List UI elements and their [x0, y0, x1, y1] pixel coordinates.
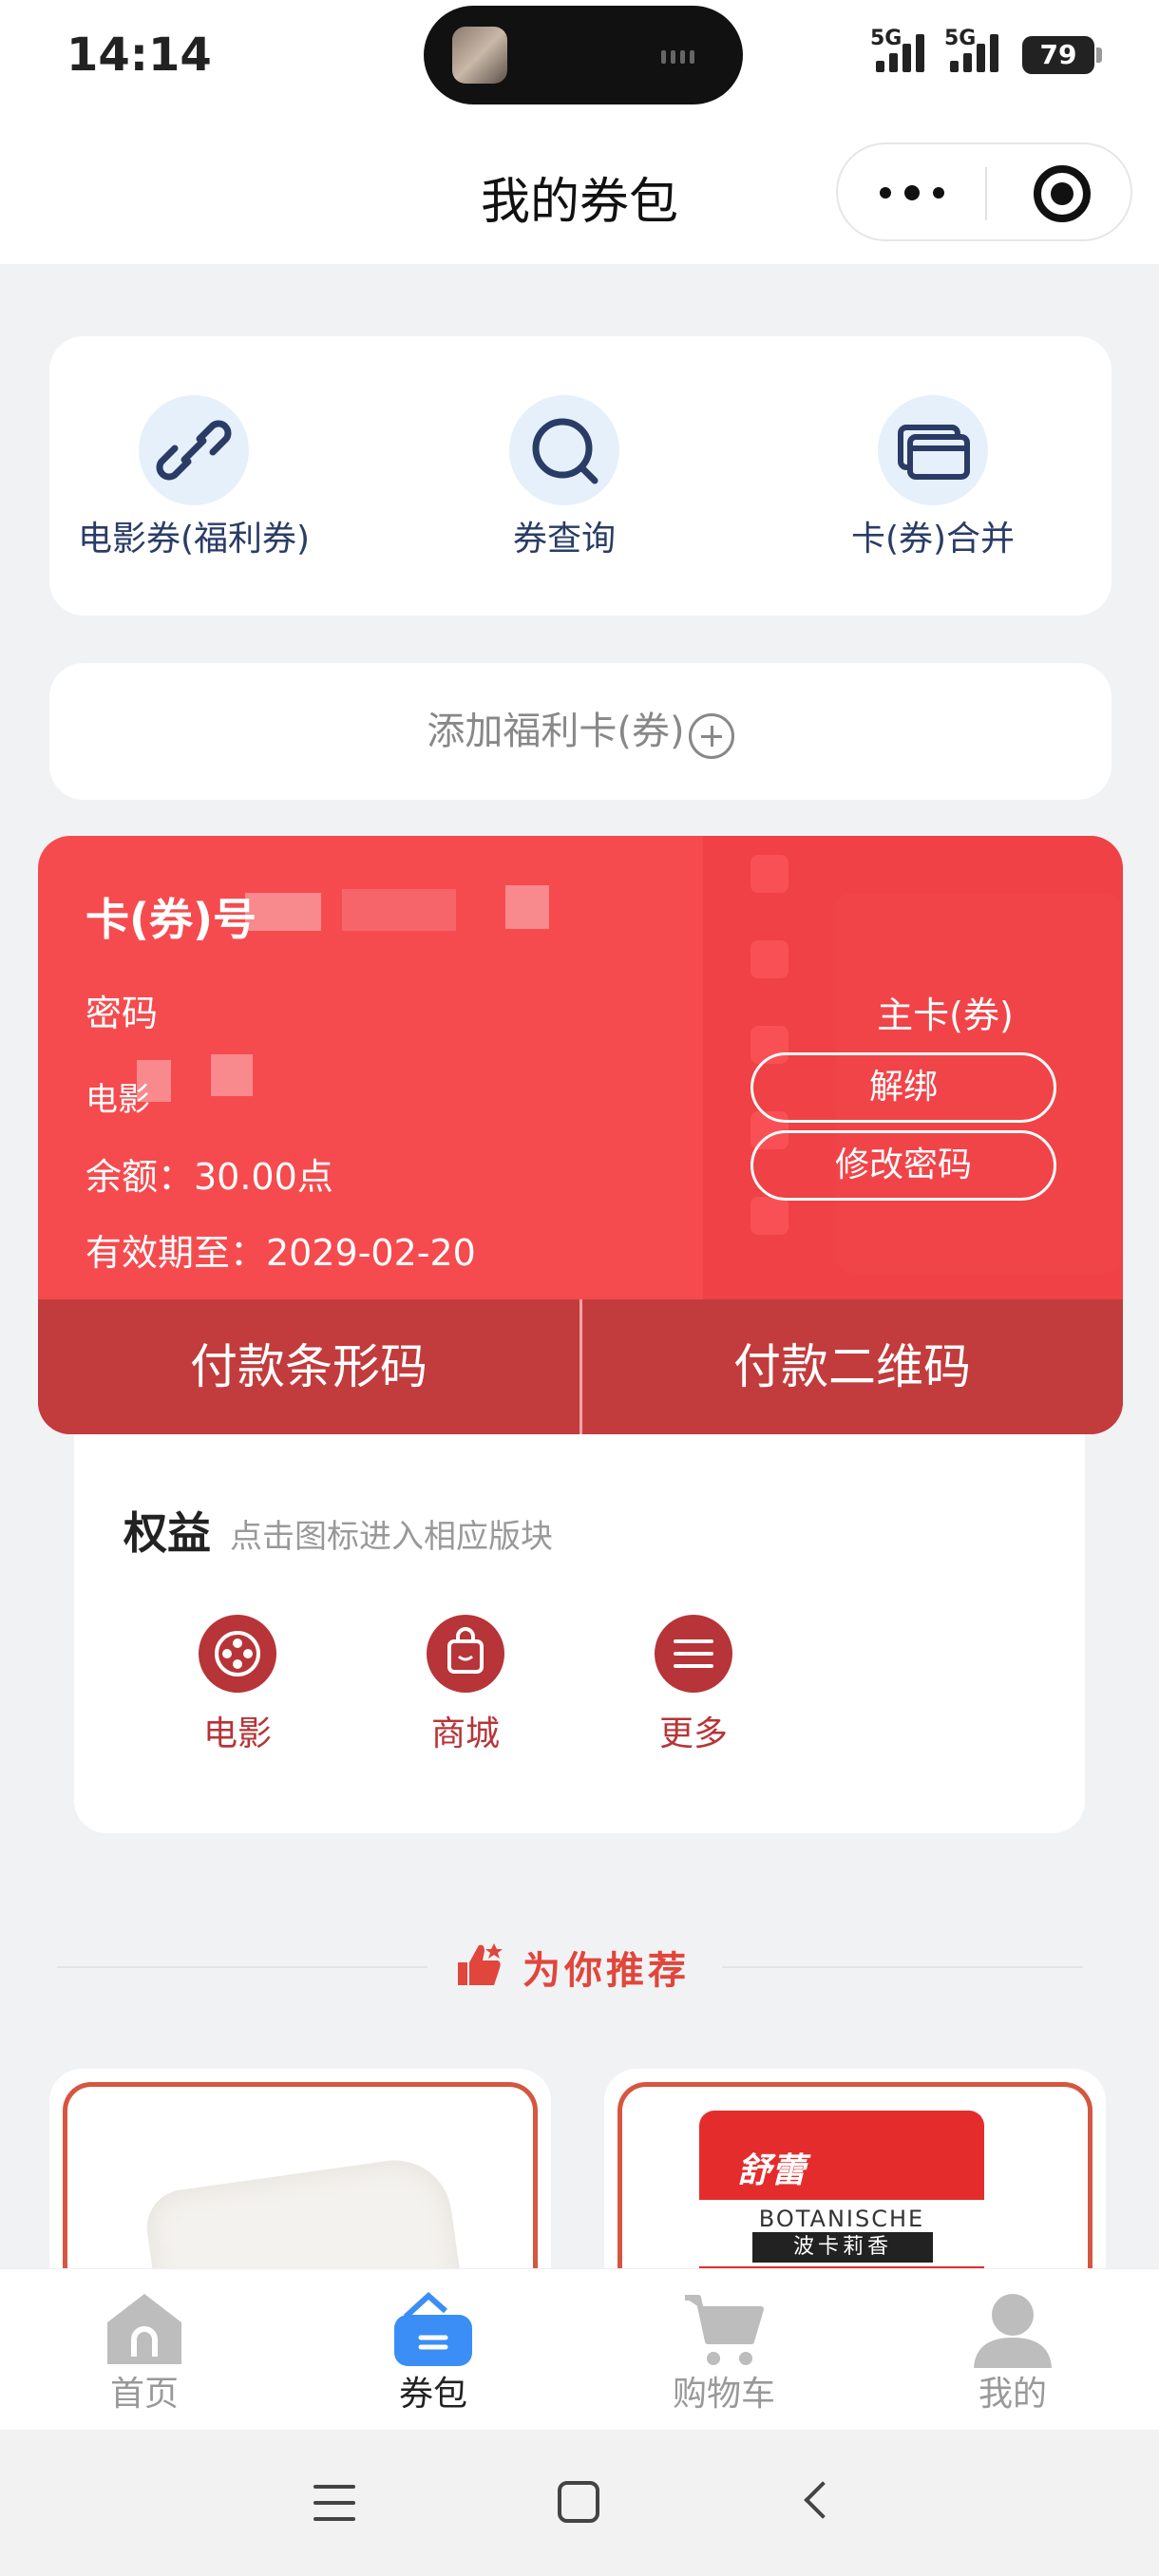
capsule-divider	[985, 167, 987, 220]
recommend-header: 为你推荐	[57, 1938, 1083, 1995]
masked-card-number-3	[505, 885, 549, 929]
tab-bar: 首页 券包 购物车 我的	[0, 2268, 1159, 2430]
pay-barcode-button[interactable]: 付款条形码	[38, 1299, 580, 1434]
status-bar: 14:14 5G 5G 79	[0, 0, 1159, 114]
quick-actions-card: 电影券(福利券) 券查询 卡(券)合并	[49, 336, 1112, 616]
masked-card-type-2	[211, 1054, 253, 1096]
cards-icon	[878, 395, 988, 505]
nav-bar: 我的券包	[0, 114, 1159, 264]
rights-mall-button[interactable]: 商城	[399, 1615, 532, 1755]
shopping-bag-icon	[427, 1615, 504, 1693]
signal-icon-2: 5G	[944, 27, 1011, 72]
search-icon	[509, 395, 619, 505]
divider-left	[57, 1966, 428, 1968]
link-icon	[139, 395, 249, 505]
card-expiry: 有效期至：2029-02-20	[86, 1232, 476, 1274]
voucher-query-button[interactable]: 券查询	[441, 395, 688, 560]
masked-card-number-2	[342, 889, 456, 931]
recent-apps-icon[interactable]	[314, 2485, 355, 2521]
rights-card: 权益 点击图标进入相应版块 电影 商城 更多	[74, 1434, 1085, 1833]
add-card-label: 添加福利卡(券)	[427, 710, 685, 753]
battery-icon: 79	[1022, 36, 1102, 74]
card-merge-button[interactable]: 卡(券)合并	[809, 395, 1056, 560]
plus-circle-icon	[688, 712, 734, 759]
rights-movie-button[interactable]: 电影	[171, 1615, 304, 1755]
menu-icon	[655, 1615, 732, 1693]
thumbs-up-icon	[458, 1943, 503, 1985]
rights-subtitle: 点击图标进入相应版块	[230, 1518, 553, 1556]
rights-title: 权益	[124, 1507, 211, 1559]
masked-card-number	[245, 893, 321, 931]
tab-home[interactable]: 首页	[49, 2288, 239, 2415]
divider-right	[722, 1966, 1083, 1968]
status-time: 14:14	[66, 28, 212, 82]
pay-qrcode-button[interactable]: 付款二维码	[581, 1299, 1123, 1434]
film-reel-icon	[199, 1615, 276, 1693]
rights-more-button[interactable]: 更多	[627, 1615, 760, 1755]
welfare-card: 卡(券)号 密码 电影 余额：30.00点 有效期至：2029-02-20 主卡…	[38, 836, 1123, 1434]
more-options-icon[interactable]	[880, 180, 956, 205]
movie-voucher-button[interactable]: 电影券(福利券)	[70, 395, 317, 560]
card-balance: 余额：30.00点	[86, 1156, 333, 1198]
payment-bar: 付款条形码 付款二维码	[38, 1299, 1123, 1434]
change-password-button[interactable]: 修改密码	[750, 1130, 1056, 1201]
home-icon	[102, 2288, 187, 2370]
close-miniprogram-icon[interactable]	[1034, 165, 1091, 222]
add-card-button[interactable]: 添加福利卡(券)	[49, 663, 1112, 800]
home-button-icon[interactable]	[558, 2481, 599, 2523]
signal-icon: 5G	[870, 27, 937, 72]
cart-icon	[681, 2288, 767, 2370]
main-card-label: 主卡(券)	[877, 994, 1014, 1036]
media-thumbnail	[452, 27, 507, 84]
masked-card-type	[137, 1060, 171, 1102]
system-nav-bar	[0, 2430, 1159, 2576]
card-number-label: 卡(券)号	[86, 894, 257, 945]
tab-cart[interactable]: 购物车	[629, 2288, 819, 2415]
wallet-icon	[390, 2288, 476, 2370]
audio-wave-icon	[661, 49, 714, 64]
dynamic-island[interactable]	[424, 6, 743, 104]
miniprogram-capsule	[836, 142, 1132, 241]
tab-profile[interactable]: 我的	[918, 2288, 1108, 2415]
user-icon	[970, 2288, 1055, 2370]
tab-wallet[interactable]: 券包	[338, 2288, 528, 2415]
recommend-title: 为你推荐	[522, 1949, 690, 1993]
unbind-button[interactable]: 解绑	[750, 1052, 1056, 1123]
card-password-label: 密码	[86, 993, 159, 1034]
back-icon[interactable]	[804, 2481, 842, 2519]
